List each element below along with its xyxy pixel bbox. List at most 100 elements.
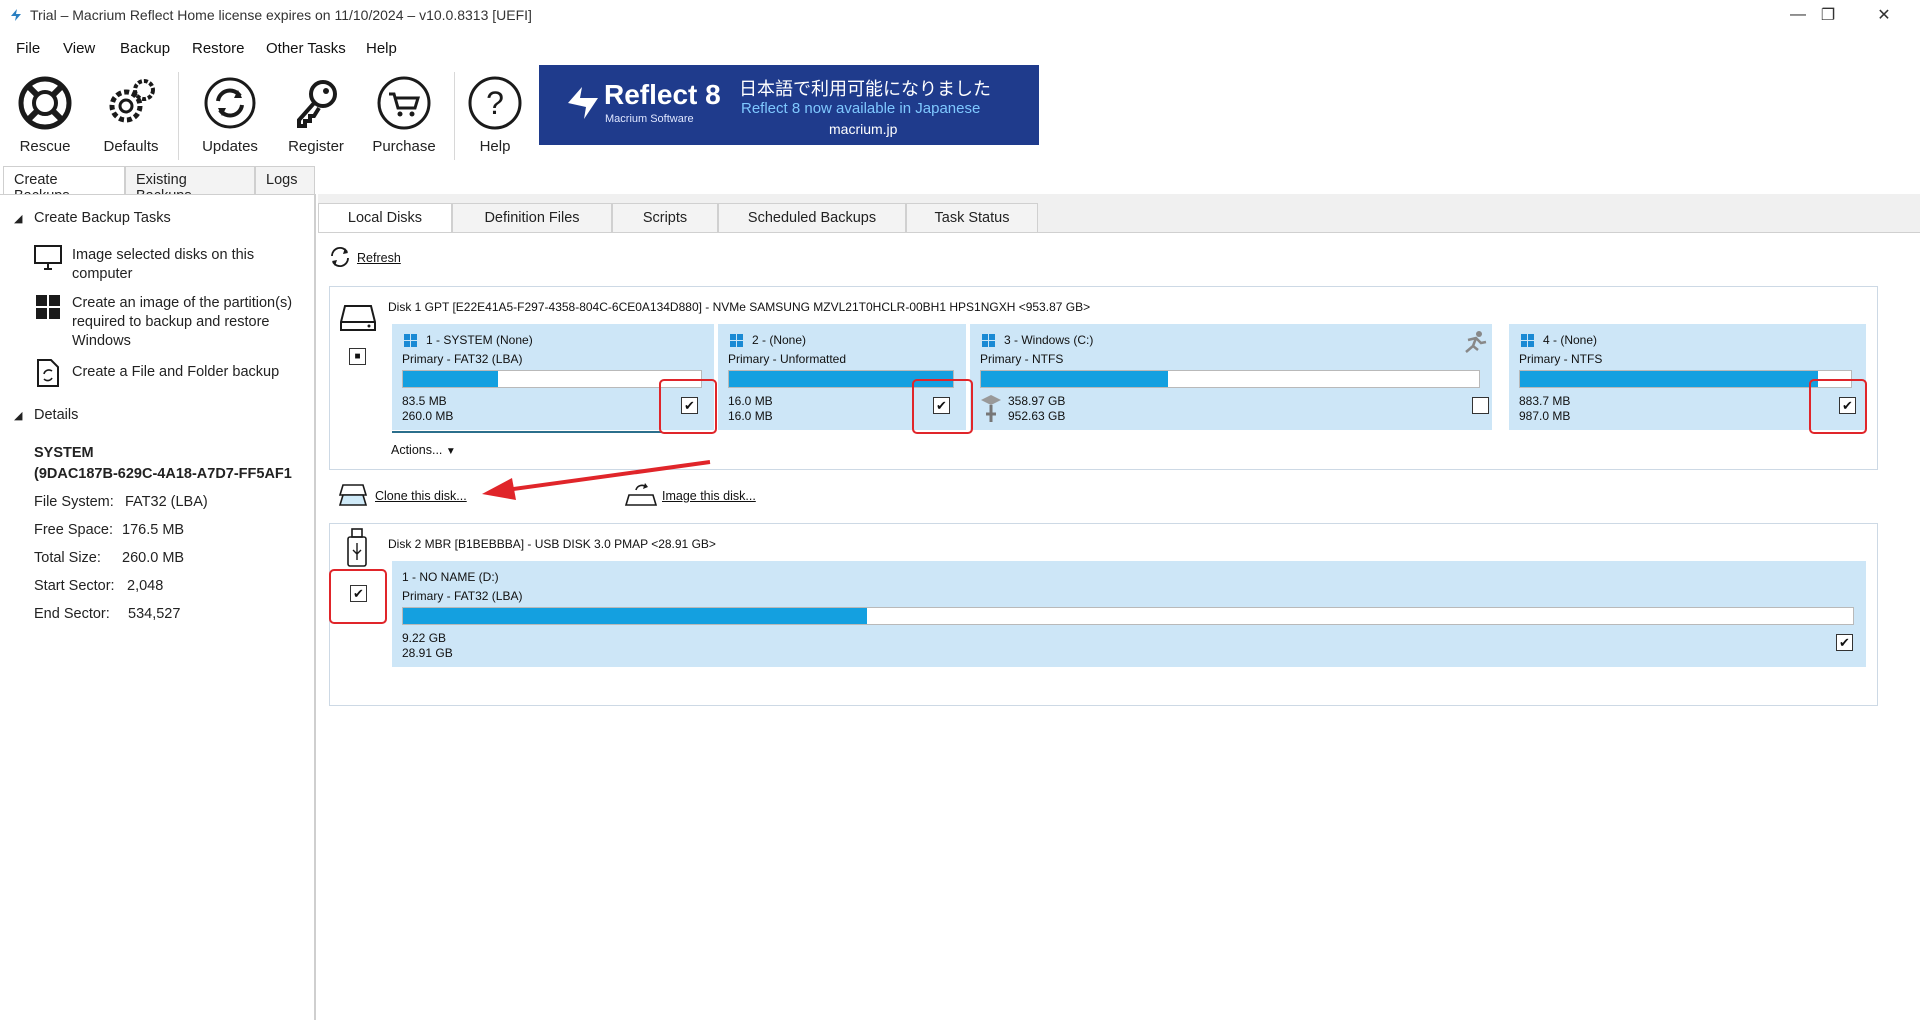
- highlight-box: [1809, 379, 1867, 434]
- partition-used: 358.97 GB: [1008, 394, 1066, 408]
- windows-icon: [1521, 334, 1534, 347]
- window-title: Trial – Macrium Reflect Home license exp…: [30, 7, 532, 23]
- details-free-label: Free Space:: [34, 522, 113, 538]
- menu-backup[interactable]: Backup: [120, 40, 170, 57]
- dropdown-arrow-icon: ▼: [445, 446, 456, 457]
- partition-usage-fill: [981, 371, 1169, 387]
- details-fs-label: File System:: [34, 494, 114, 510]
- refresh-icon[interactable]: [328, 246, 352, 268]
- partition-type: Primary - NTFS: [1519, 352, 1603, 366]
- disk1-partition-3[interactable]: 3 - Windows (C:) Primary - NTFS 358.97 G…: [970, 324, 1492, 430]
- partition-checkbox[interactable]: ✔: [1836, 634, 1853, 651]
- clone-disk-icon[interactable]: [339, 483, 369, 509]
- details-end-value: 534,527: [128, 606, 181, 622]
- partition-total: 952.63 GB: [1008, 409, 1066, 423]
- tab-existing-backups[interactable]: Existing Backups: [125, 166, 255, 204]
- rescue-label: Rescue: [19, 138, 71, 155]
- partition-usage-fill: [1520, 371, 1818, 387]
- partition-checkbox[interactable]: [1472, 397, 1489, 414]
- boot-tools-icon: [981, 395, 1001, 422]
- partition-used: 16.0 MB: [728, 394, 773, 408]
- cart-icon: [377, 76, 431, 130]
- updates-button[interactable]: Updates: [190, 74, 270, 160]
- tab-scripts[interactable]: Scripts: [612, 203, 718, 232]
- menu-restore[interactable]: Restore: [192, 40, 245, 57]
- partition-name: 1 - NO NAME (D:): [402, 570, 499, 584]
- partition-type: Primary - NTFS: [980, 352, 1064, 366]
- running-man-icon: [1465, 331, 1487, 353]
- task-image-disks[interactable]: Image selected disks on this computer: [72, 246, 292, 284]
- menu-view[interactable]: View: [63, 40, 95, 57]
- windows-icon: [982, 334, 995, 347]
- promo-banner[interactable]: Reflect 8 Macrium Software 日本語で利用可能になりまし…: [539, 65, 1039, 145]
- close-button[interactable]: ✕: [1856, 0, 1912, 30]
- details-fs-value: FAT32 (LBA): [125, 494, 208, 510]
- details-start-value: 2,048: [127, 578, 164, 594]
- disk2-partition-1[interactable]: 1 - NO NAME (D:) Primary - FAT32 (LBA) 9…: [392, 561, 1866, 667]
- disk1-header: Disk 1 GPT [E22E41A5-F297-4358-804C-6CE0…: [388, 300, 1091, 314]
- register-button[interactable]: Register: [276, 74, 356, 160]
- actions-label: Actions...: [391, 443, 443, 457]
- tab-task-status[interactable]: Task Status: [906, 203, 1038, 232]
- usb-drive-icon: [347, 528, 367, 567]
- task-image-windows[interactable]: Create an image of the partition(s) requ…: [72, 294, 307, 351]
- menu-bar: File View Backup Restore Other Tasks Hel…: [0, 36, 1920, 62]
- partition-total: 16.0 MB: [728, 409, 773, 423]
- left-panel: ◢ Create Backup Tasks Image selected dis…: [0, 194, 316, 1020]
- annotation-arrow-icon: [482, 460, 711, 500]
- actions-dropdown[interactable]: Actions... ▼: [391, 443, 456, 457]
- details-end-label: End Sector:: [34, 606, 110, 622]
- monitor-icon: [34, 245, 62, 270]
- partition-usage-fill: [403, 371, 499, 387]
- refresh-link[interactable]: Refresh: [357, 251, 401, 265]
- partition-name: 3 - Windows (C:): [1004, 333, 1094, 347]
- partition-used: 83.5 MB: [402, 394, 447, 408]
- partition-usage-bar: [402, 370, 702, 388]
- highlight-box: [329, 569, 387, 624]
- partition-name: 1 - SYSTEM (None): [426, 333, 533, 347]
- purchase-button[interactable]: Purchase: [364, 74, 444, 160]
- title-bar: Trial – Macrium Reflect Home license exp…: [0, 0, 1920, 30]
- partition-total: 28.91 GB: [402, 646, 453, 660]
- details-name: SYSTEM: [34, 445, 94, 461]
- partition-usage-fill: [403, 608, 867, 624]
- gears-icon: [109, 79, 155, 123]
- banner-english: Reflect 8 now available in Japanese: [741, 100, 981, 117]
- tasks-header: Create Backup Tasks: [34, 210, 171, 226]
- reflect-logo-icon: [568, 87, 598, 119]
- partition-used: 883.7 MB: [1519, 394, 1571, 408]
- disk1-checkbox[interactable]: ■: [349, 348, 366, 365]
- menu-file[interactable]: File: [16, 40, 40, 57]
- tab-definition-files[interactable]: Definition Files: [452, 203, 612, 232]
- banner-sub: Macrium Software: [605, 113, 694, 125]
- file-backup-icon: [37, 359, 59, 387]
- partition-type: Primary - FAT32 (LBA): [402, 589, 523, 603]
- partition-total: 260.0 MB: [402, 409, 454, 423]
- restore-button[interactable]: ❐: [1800, 0, 1856, 30]
- partition-type: Primary - Unformatted: [728, 352, 847, 366]
- menu-other-tasks[interactable]: Other Tasks: [266, 40, 346, 57]
- lifebuoy-icon: [18, 76, 72, 130]
- windows-icon: [36, 295, 60, 319]
- clone-disk-link[interactable]: Clone this disk...: [375, 489, 467, 503]
- help-circle-icon: ?: [468, 76, 522, 130]
- details-header: Details: [34, 407, 79, 423]
- tab-create-backups[interactable]: Create Backups: [3, 166, 125, 204]
- highlight-box: [659, 379, 717, 434]
- purchase-label: Purchase: [372, 138, 436, 155]
- tab-local-disks[interactable]: Local Disks: [318, 203, 452, 233]
- partition-usage-bar: [1519, 370, 1852, 388]
- defaults-button[interactable]: Defaults: [91, 74, 171, 160]
- rescue-button[interactable]: Rescue: [5, 74, 85, 160]
- windows-icon: [404, 334, 417, 347]
- collapse-tasks-icon[interactable]: ◢: [14, 212, 22, 225]
- menu-help[interactable]: Help: [366, 40, 397, 57]
- banner-japanese: 日本語で利用可能になりました: [739, 79, 991, 100]
- tab-scheduled-backups[interactable]: Scheduled Backups: [718, 203, 906, 232]
- task-file-folder[interactable]: Create a File and Folder backup: [72, 363, 307, 382]
- collapse-details-icon[interactable]: ◢: [14, 409, 22, 422]
- tab-logs[interactable]: Logs: [255, 166, 315, 194]
- help-button[interactable]: ? Help: [455, 74, 535, 160]
- app-logo-icon: [11, 9, 21, 21]
- highlight-box: [912, 379, 973, 434]
